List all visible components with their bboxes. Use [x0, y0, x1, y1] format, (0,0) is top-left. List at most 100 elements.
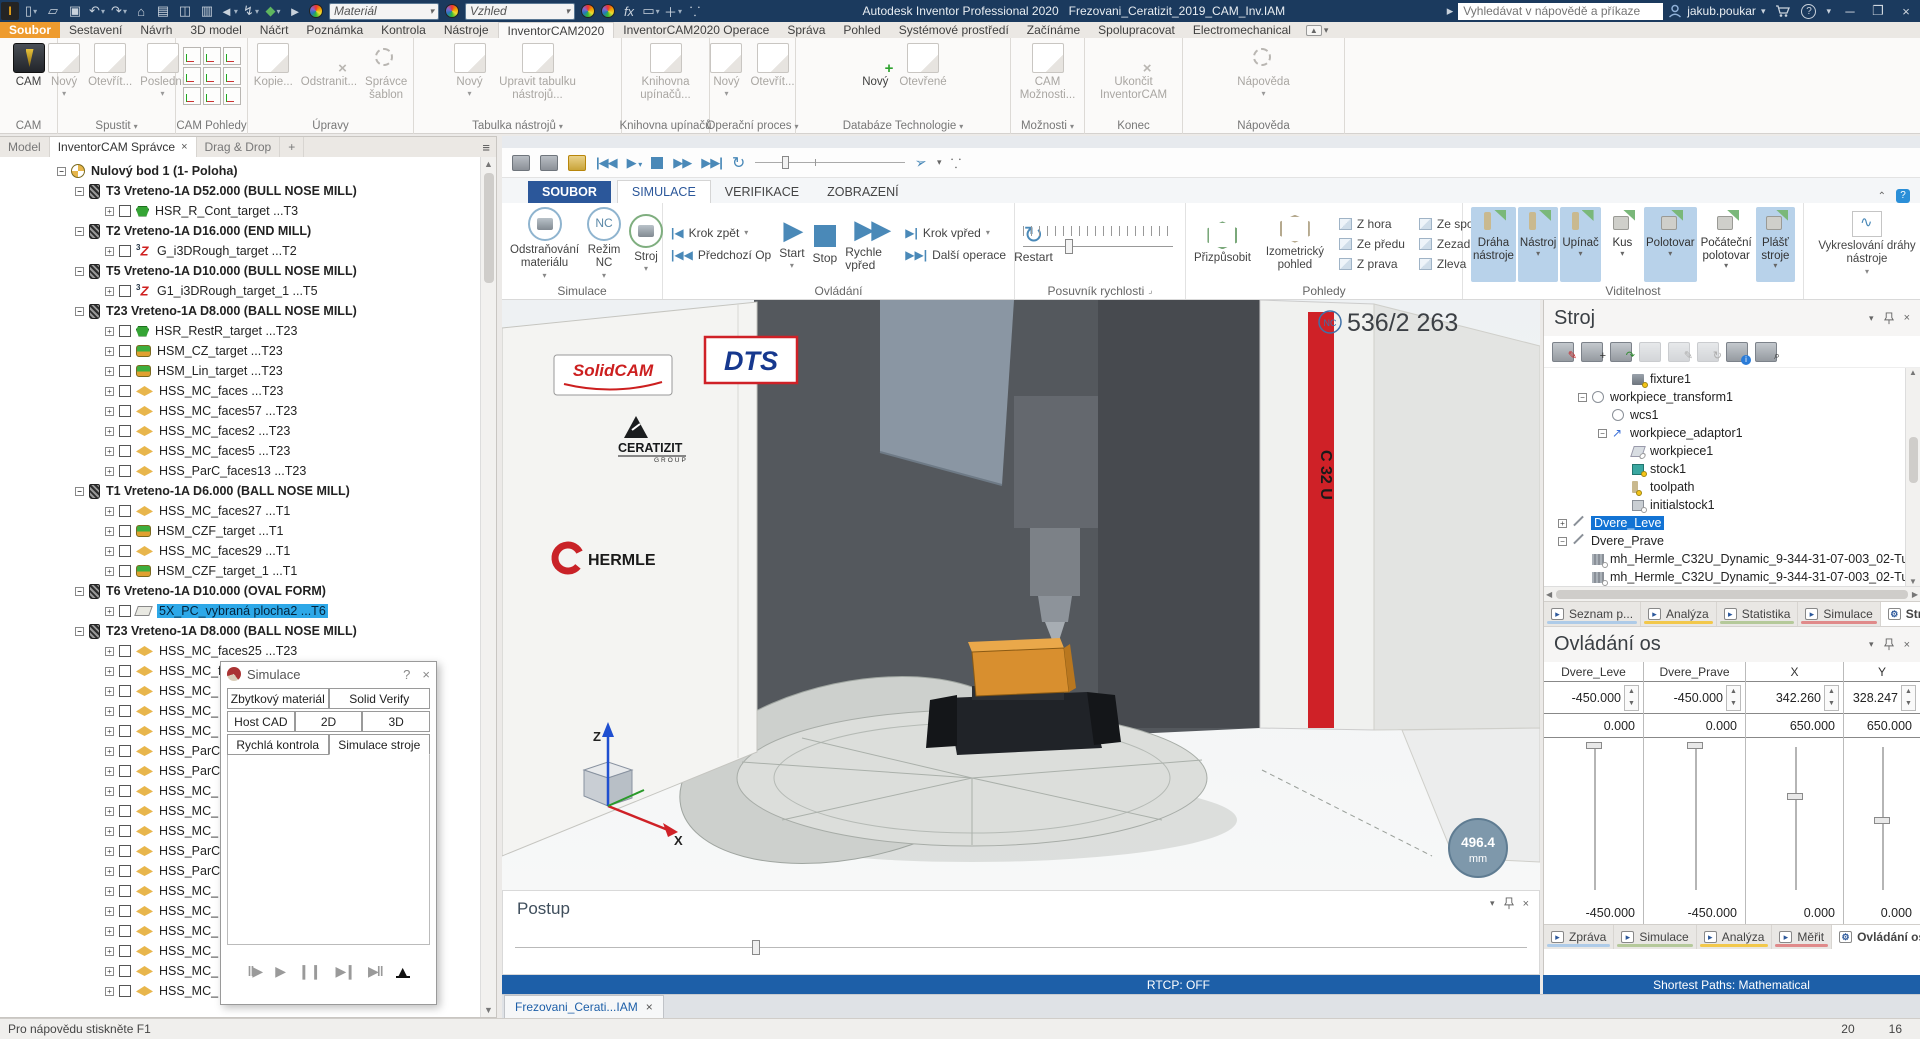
vscroll-up-icon[interactable]: ▲: [1909, 368, 1917, 377]
toggle-dr-ha-n-stroje[interactable]: Dráha nástroje: [1471, 207, 1516, 282]
toggle-polotovar[interactable]: Polotovar▾: [1644, 207, 1697, 282]
machine-tree-row[interactable]: initialstock1: [1544, 496, 1920, 514]
ribbon-button-spr-vce-ablon[interactable]: Správce šablon: [362, 41, 410, 104]
tree-checkbox[interactable]: [119, 905, 131, 917]
ribbon-button-n-pov-da[interactable]: Nápověda▾: [1234, 41, 1292, 100]
help-dropdown-icon[interactable]: ▾: [1826, 6, 1831, 17]
tree-checkbox[interactable]: [119, 825, 131, 837]
view-cube-icon[interactable]: [203, 47, 221, 65]
parameters-fx-icon[interactable]: fx: [619, 2, 639, 20]
clear-overrides-icon[interactable]: [601, 4, 615, 18]
machine-tree-row[interactable]: workpiece1: [1544, 442, 1920, 460]
tree-row[interactable]: −T2 Vreteno-1A D16.000 (END MILL): [0, 221, 496, 241]
appearance-combo[interactable]: Vzhled▾: [465, 3, 575, 20]
tree-expander-icon[interactable]: +: [105, 947, 114, 956]
panel-label-cam-pohledy[interactable]: CAM Pohledy: [176, 118, 247, 134]
save-as-machine-icon[interactable]: ✎: [1668, 342, 1690, 362]
tree-checkbox[interactable]: [119, 705, 131, 717]
browser-tab-model[interactable]: Model: [0, 137, 50, 157]
tree-expander-icon[interactable]: −: [75, 267, 84, 276]
axis-value-spinner[interactable]: -450.000▲▼: [1644, 682, 1745, 714]
tree-expander-icon[interactable]: +: [105, 647, 114, 656]
tree-expander-icon[interactable]: +: [105, 767, 114, 776]
ribbon-tab-nástroje[interactable]: Nástroje: [435, 22, 498, 38]
dialog-tab-rychl-kontrola[interactable]: Rychlá kontrola: [227, 734, 329, 755]
view-button-z-hora[interactable]: Z hora: [1339, 214, 1405, 234]
tree-expander-icon[interactable]: +: [105, 547, 114, 556]
tree-expander-icon[interactable]: +: [105, 467, 114, 476]
tree-row[interactable]: +HSS_MC_faces25 ...T23: [0, 641, 496, 661]
stroj-vscrollbar[interactable]: ▲▼: [1905, 368, 1920, 586]
toolbar-overflow-icon[interactable]: ⸪: [685, 2, 705, 20]
postup-progress-handle[interactable]: [752, 940, 760, 955]
undo-icon[interactable]: ↶▾: [87, 2, 107, 20]
pointer-dropdown-icon[interactable]: ▾: [937, 157, 941, 168]
dialog-close-icon[interactable]: ×: [422, 667, 430, 682]
axes-pin-icon[interactable]: [1884, 638, 1894, 651]
select-icon[interactable]: ►: [285, 2, 305, 20]
axes-tab-ovl-d-n-os[interactable]: ⚙Ovládání os: [1832, 925, 1920, 949]
group-expander-icon[interactable]: ⌟: [1148, 285, 1152, 296]
print-icon[interactable]: ▤: [153, 2, 173, 20]
progress-slider[interactable]: [755, 156, 905, 170]
tree-expander-icon[interactable]: +: [105, 927, 114, 936]
home-icon[interactable]: ⌂: [131, 2, 151, 20]
toggle-n-stroj[interactable]: Nástroj▾: [1518, 207, 1558, 282]
hscroll-left-icon[interactable]: ◀: [1546, 590, 1552, 599]
add-command-icon[interactable]: ＋▾: [663, 2, 683, 20]
restore-button[interactable]: ❐: [1864, 3, 1892, 19]
add-machine-icon[interactable]: +: [1581, 342, 1603, 362]
ribbon-tab-inventorcam2020[interactable]: InventorCAM2020: [498, 22, 615, 38]
toggle-pl-stroje[interactable]: Plášť stroje▾: [1756, 207, 1795, 282]
stroj-tab-statistika[interactable]: ▸Statistika: [1717, 602, 1799, 626]
ribbon-button-nov-[interactable]: Nový: [856, 41, 894, 91]
ribbon-tab-systémové-prostředí[interactable]: Systémové prostředí: [890, 22, 1018, 38]
view-cube-icon[interactable]: [223, 47, 241, 65]
stroj-tab-anal-za[interactable]: ▸Analýza: [1641, 602, 1717, 626]
machine-setup-icon[interactable]: [540, 155, 558, 171]
tree-expander-icon[interactable]: +: [105, 327, 114, 336]
machine-tree-row[interactable]: mh_Hermle_C32U_Dynamic_9-344-31-07-003_0…: [1544, 550, 1920, 568]
tree-checkbox[interactable]: [119, 745, 131, 757]
spin-up-icon[interactable]: ▲: [1828, 688, 1835, 695]
component-icon[interactable]: ◆▾: [263, 2, 283, 20]
ribbon-button-cam[interactable]: CAM: [10, 41, 48, 91]
tree-checkbox[interactable]: [119, 805, 131, 817]
panel-label-operační-proces[interactable]: Operační proces▾: [710, 118, 795, 134]
step-play-icon[interactable]: ‖▶: [247, 963, 261, 980]
ribbon-tab-poznámka[interactable]: Poznámka: [297, 22, 372, 38]
machine-search-icon[interactable]: ⌕: [1755, 342, 1777, 362]
tree-expander-icon[interactable]: +: [105, 707, 114, 716]
axis-slider[interactable]: [1544, 739, 1643, 894]
restart-icon[interactable]: ↻: [732, 153, 745, 173]
postup-dropdown-icon[interactable]: ▾: [1490, 898, 1495, 909]
tree-expander-icon[interactable]: +: [105, 827, 114, 836]
ribbon-expand-caret[interactable]: ▾: [1324, 25, 1329, 36]
ribbon-tab-náčrt[interactable]: Náčrt: [251, 22, 298, 38]
tree-row[interactable]: −T3 Vreteno-1A D52.000 (BULL NOSE MILL): [0, 181, 496, 201]
tree-expander-icon[interactable]: +: [105, 387, 114, 396]
tree-checkbox[interactable]: [119, 945, 131, 957]
color-wheel-icon[interactable]: [309, 4, 323, 18]
tree-checkbox[interactable]: [119, 685, 131, 697]
tree-expander-icon[interactable]: +: [105, 347, 114, 356]
machine-tree-row[interactable]: stock1: [1544, 460, 1920, 478]
save-machine-icon[interactable]: [1639, 342, 1661, 362]
dialog-tab-simulace-stroje[interactable]: Simulace stroje: [329, 734, 431, 755]
tree-checkbox[interactable]: [119, 545, 131, 557]
tree-expander-icon[interactable]: +: [105, 887, 114, 896]
pause-icon[interactable]: ❙❙: [298, 963, 321, 980]
panel-label-nápověda[interactable]: Nápověda: [1183, 118, 1344, 134]
panel-label-knihovna-upínačů[interactable]: Knihovna upínačů: [622, 118, 709, 134]
sim-tab-zobrazení[interactable]: ZOBRAZENÍ: [813, 181, 913, 203]
postup-pin-icon[interactable]: [1504, 897, 1514, 910]
tree-expander-icon[interactable]: −: [75, 627, 84, 636]
spinner-buttons[interactable]: ▲▼: [1824, 685, 1839, 711]
iso-view-button[interactable]: Izometrický pohled: [1259, 215, 1331, 272]
axis-slider[interactable]: [1644, 739, 1745, 894]
vscroll-down-icon[interactable]: ▼: [1909, 577, 1917, 586]
user-dropdown-icon[interactable]: ▾: [1761, 6, 1766, 17]
machine-tree-row[interactable]: wcs1: [1544, 406, 1920, 424]
panel-label-konec[interactable]: Konec: [1085, 118, 1182, 134]
ribbon-display-options[interactable]: ▲▾: [1306, 22, 1328, 38]
